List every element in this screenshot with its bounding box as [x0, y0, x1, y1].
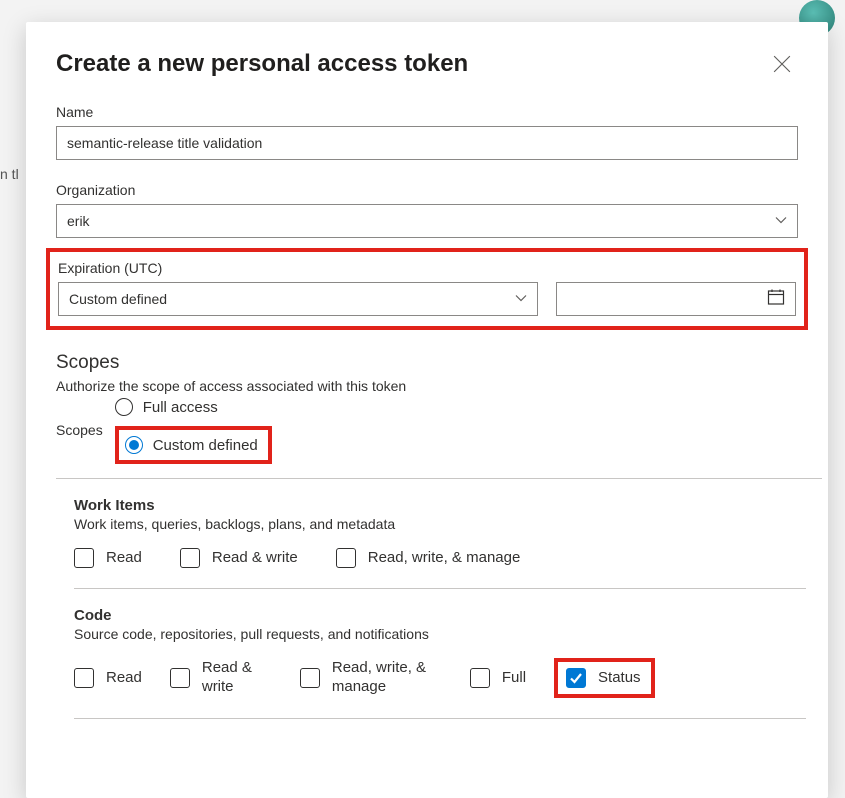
checkbox-label: Read, write, & manage	[332, 659, 442, 697]
scopes-radio-custom-defined[interactable]: Custom defined	[125, 436, 258, 454]
checkbox-unchecked-icon	[336, 548, 356, 568]
scope-list[interactable]: Work Items Work items, queries, backlogs…	[56, 478, 822, 778]
checkbox-unchecked-icon	[170, 668, 190, 688]
organization-value: erik	[67, 213, 90, 229]
status-highlight: Status	[554, 658, 655, 698]
scope-group-code: Code Source code, repositories, pull req…	[56, 589, 806, 718]
radio-label-full-access: Full access	[143, 399, 218, 416]
scopes-heading: Scopes	[56, 352, 798, 374]
organization-label: Organization	[56, 182, 798, 198]
checkbox-unchecked-icon	[180, 548, 200, 568]
scope-checkbox-code-read-write-manage[interactable]: Read, write, & manage	[300, 659, 442, 697]
scope-checkbox-code-status[interactable]: Status	[566, 668, 641, 688]
checkbox-label: Full	[502, 669, 526, 688]
close-button[interactable]	[766, 50, 798, 82]
expiration-label: Expiration (UTC)	[58, 260, 796, 276]
scope-group-title: Work Items	[74, 497, 806, 514]
name-field[interactable]	[56, 126, 798, 160]
scope-checkbox-work-items-read-write-manage[interactable]: Read, write, & manage	[336, 548, 521, 568]
close-icon	[773, 55, 791, 78]
organization-select[interactable]: erik	[56, 204, 798, 238]
scopes-description: Authorize the scope of access associated…	[56, 378, 798, 394]
checkbox-label: Read	[106, 549, 142, 568]
scope-group-title: Code	[74, 607, 806, 624]
create-pat-dialog: Create a new personal access token Name …	[26, 22, 828, 798]
checkbox-label: Read & write	[202, 659, 272, 697]
checkbox-label: Read & write	[212, 549, 298, 568]
expiration-highlight: Expiration (UTC) Custom defined	[46, 248, 808, 330]
scopes-radio-full-access[interactable]: Full access	[115, 398, 272, 416]
obscured-background-text: n tl	[0, 166, 19, 182]
scope-group-work-items: Work Items Work items, queries, backlogs…	[56, 479, 806, 588]
radio-unchecked-icon	[115, 398, 133, 416]
expiration-date-field[interactable]	[556, 282, 796, 316]
radio-checked-icon	[125, 436, 143, 454]
checkbox-label: Read	[106, 669, 142, 688]
scope-checkbox-code-read-write[interactable]: Read & write	[170, 659, 272, 697]
checkbox-unchecked-icon	[74, 548, 94, 568]
checkbox-label: Read, write, & manage	[368, 549, 521, 568]
scope-group-subtitle: Source code, repositories, pull requests…	[74, 626, 806, 642]
scopes-radio-label: Scopes	[56, 422, 103, 438]
custom-defined-highlight: Custom defined	[115, 426, 272, 464]
expiration-select[interactable]: Custom defined	[58, 282, 538, 316]
chevron-down-icon	[515, 291, 527, 307]
radio-label-custom-defined: Custom defined	[153, 437, 258, 454]
name-label: Name	[56, 104, 798, 120]
calendar-icon	[767, 288, 785, 311]
checkbox-unchecked-icon	[470, 668, 490, 688]
scope-checkbox-work-items-read[interactable]: Read	[74, 548, 142, 568]
expiration-value: Custom defined	[69, 291, 167, 307]
dialog-title: Create a new personal access token	[56, 50, 468, 78]
checkbox-checked-icon	[566, 668, 586, 688]
scope-checkbox-code-read[interactable]: Read	[74, 668, 142, 688]
divider	[74, 718, 806, 719]
checkbox-unchecked-icon	[74, 668, 94, 688]
scope-checkbox-work-items-read-write[interactable]: Read & write	[180, 548, 298, 568]
chevron-down-icon	[775, 213, 787, 229]
checkbox-unchecked-icon	[300, 668, 320, 688]
scope-group-subtitle: Work items, queries, backlogs, plans, an…	[74, 516, 806, 532]
scope-checkbox-code-full[interactable]: Full	[470, 668, 526, 688]
checkbox-label: Status	[598, 669, 641, 688]
